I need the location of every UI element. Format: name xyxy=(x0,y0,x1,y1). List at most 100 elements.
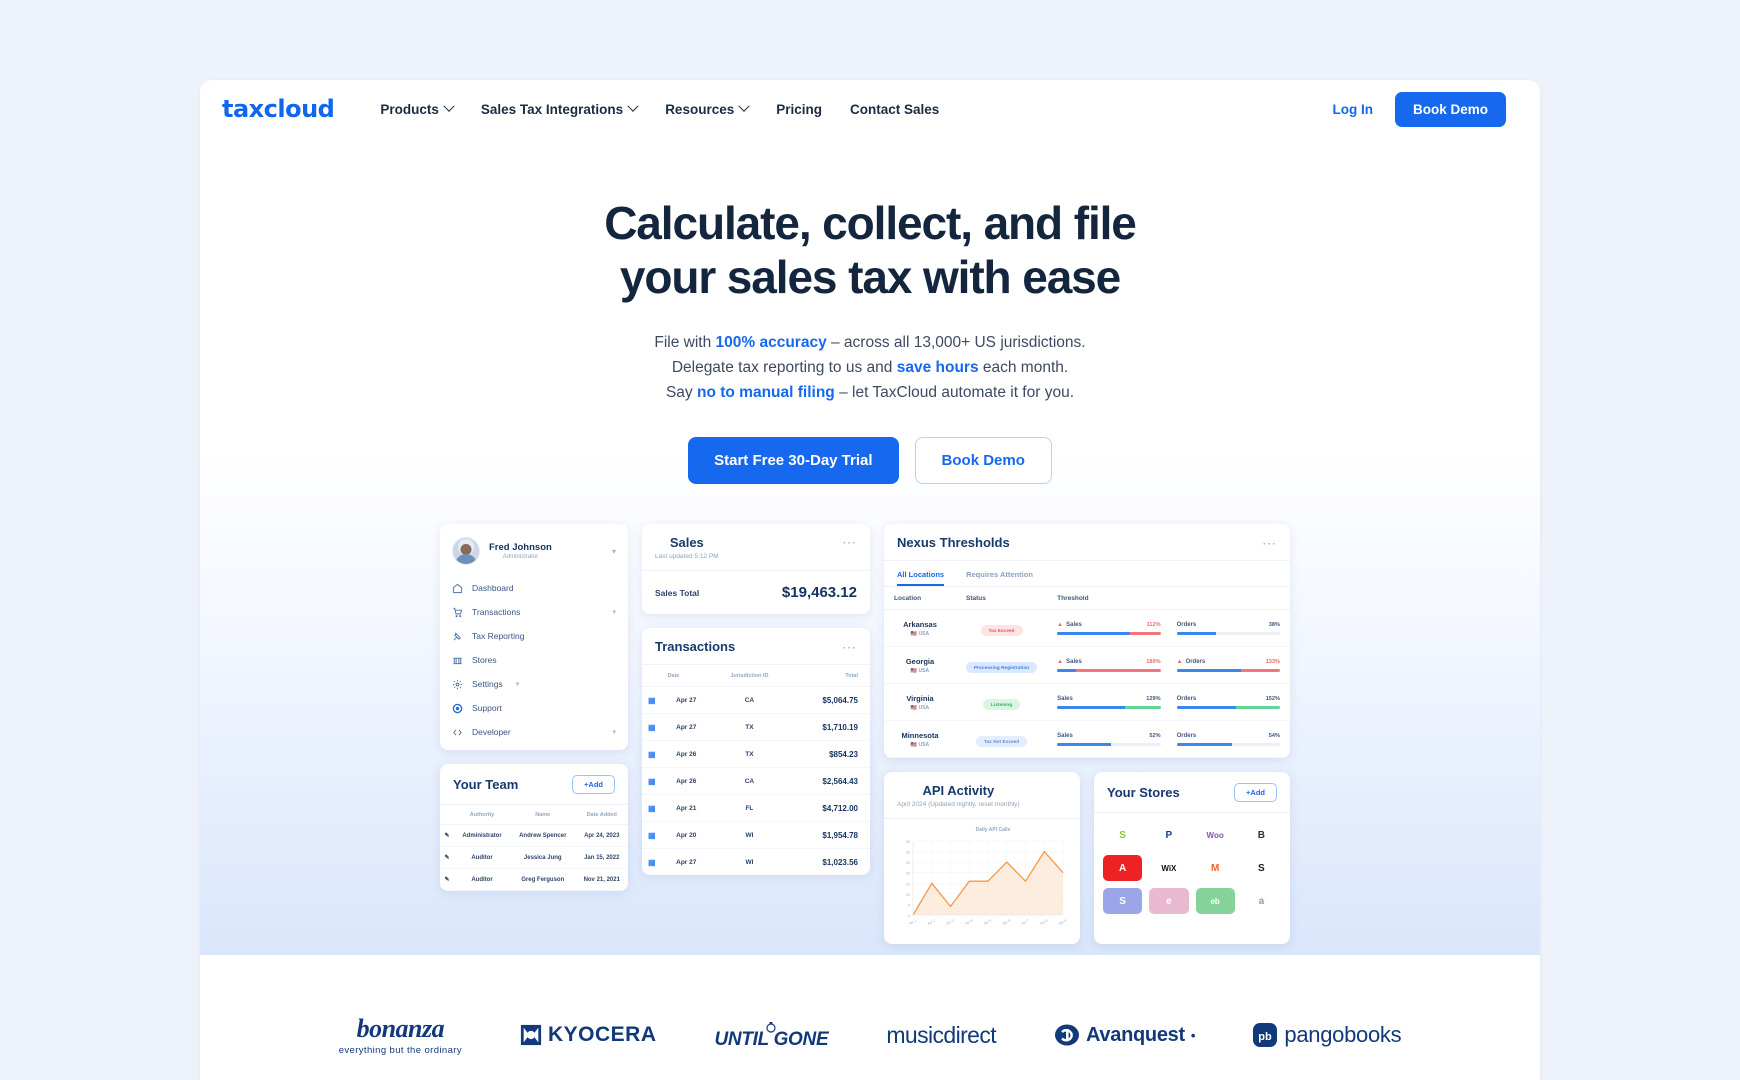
dashboard-middle-column: Sales Last updated 5:12 PM ⋯ Sales Total… xyxy=(642,524,870,876)
hero-subtext: File with 100% accuracy – across all 13,… xyxy=(200,330,1540,406)
svg-text:25: 25 xyxy=(906,861,910,865)
table-row[interactable]: Minnesota 🇺🇸 USA Tax Not Exceed Sales 52% xyxy=(884,720,1290,759)
sidebar-item-label: Support xyxy=(472,703,502,714)
nav-item-products[interactable]: Products xyxy=(380,100,455,117)
sidebar-item-developer[interactable]: Developer ▾ xyxy=(440,720,628,744)
manual-filing-highlight: no to manual filing xyxy=(696,384,835,402)
api-activity-subtitle: April 2024 (Updated nightly, reset month… xyxy=(897,801,1020,809)
tab-all-locations[interactable]: All Locations xyxy=(897,561,944,586)
cell-date: Apr 26 xyxy=(661,740,711,768)
orders-meter: Orders 38% xyxy=(1176,622,1280,636)
login-link[interactable]: Log In xyxy=(1332,102,1373,117)
table-row[interactable]: ✎ Administrator Andrew Spencer Apr 24, 2… xyxy=(440,824,628,848)
col-threshold: Threshold xyxy=(1047,587,1290,611)
location-country: USA xyxy=(918,667,930,674)
hero-subtext-line-1: File with 100% accuracy – across all 13,… xyxy=(654,333,1086,351)
user-profile[interactable]: Fred Johnson Administrator ▾ xyxy=(440,524,628,576)
save-hours-highlight: save hours xyxy=(896,358,979,376)
nav-item-pricing[interactable]: Pricing xyxy=(776,102,822,117)
add-team-member-button[interactable]: +Add xyxy=(572,775,615,795)
your-team-card: Your Team +Add Authority Name Date Added xyxy=(440,764,628,892)
paypal-logo[interactable]: P xyxy=(1149,822,1189,849)
cell-location: Georgia 🇺🇸 USA xyxy=(884,646,956,685)
cell-threshold: Sales 52% Orders 54% xyxy=(1047,720,1290,759)
sidebar-item-support[interactable]: Support xyxy=(440,696,628,720)
table-row[interactable]: ▦ Apr 26 CA $2,564.43 xyxy=(642,767,870,795)
add-store-button[interactable]: +Add xyxy=(1234,783,1277,803)
table-row[interactable]: ▦ Apr 26 TX $854.23 xyxy=(642,740,870,768)
cell-total: $5,064.75 xyxy=(787,686,870,714)
daily-api-calls-chart: 0 5 10 15 20 25 30 35 Apr 1 Apr 2 Apr 3 Apr 4 Apr 5 A… xyxy=(906,840,1067,926)
sidebar-item-tax-reporting[interactable]: Tax Reporting xyxy=(440,624,628,648)
flag-icon: 🇺🇸 xyxy=(910,704,918,711)
location-country: USA xyxy=(918,741,930,748)
hero-subtext-line-2: Delegate tax reporting to us and save ho… xyxy=(671,358,1069,376)
status-badge: Listening xyxy=(982,699,1021,711)
shopify-logo[interactable]: S xyxy=(1103,822,1143,849)
amazon-logo[interactable]: a xyxy=(1241,888,1281,915)
dashboard-left-column: Fred Johnson Administrator ▾ Dashboard T… xyxy=(440,524,628,892)
nav-item-sales-tax-integrations[interactable]: Sales Tax Integrations xyxy=(481,100,639,117)
cell-jurisdiction: FL xyxy=(710,794,788,822)
user-role: Administrator xyxy=(502,554,539,561)
logo-text: taxcloud xyxy=(222,95,335,123)
sidebar-item-transactions[interactable]: Transactions ▾ xyxy=(440,600,628,624)
orders-meter: ▲ Orders 133% xyxy=(1176,658,1280,673)
book-demo-button[interactable]: Book Demo xyxy=(1394,91,1506,127)
chevron-down-icon[interactable]: ▾ xyxy=(612,547,616,556)
more-options-icon[interactable]: ⋯ xyxy=(842,535,857,549)
more-options-icon[interactable]: ⋯ xyxy=(842,640,857,654)
sales-last-updated: Last updated 5:12 PM xyxy=(655,553,719,561)
table-row[interactable]: ▦ Apr 21 FL $4,712.00 xyxy=(642,794,870,822)
table-row[interactable]: ▦ Apr 20 WI $1,954.78 xyxy=(642,821,870,849)
table-row[interactable]: Virginia 🇺🇸 USA Listening Sales 129% Ord… xyxy=(884,683,1290,722)
taxcloud-logo[interactable]: taxcloud xyxy=(222,95,335,123)
edit-icon[interactable]: ✎ xyxy=(440,846,454,870)
woocommerce-logo[interactable]: Woo xyxy=(1195,822,1235,849)
chevron-down-icon[interactable]: ▾ xyxy=(516,680,520,688)
nav-item-resources[interactable]: Resources xyxy=(665,100,750,117)
cell-authority: Auditor xyxy=(454,868,511,892)
table-row[interactable]: Arkansas 🇺🇸 USA Tax Exceed ▲Sales 112% xyxy=(884,609,1290,648)
sidebar-item-stores[interactable]: Stores xyxy=(440,648,628,672)
report-icon xyxy=(452,631,463,642)
wix-logo[interactable]: WiX xyxy=(1149,855,1189,882)
sidebar-item-label: Tax Reporting xyxy=(472,631,525,642)
ecwid-logo[interactable]: e xyxy=(1149,888,1189,915)
start-free-trial-button[interactable]: Start Free 30-Day Trial xyxy=(688,437,899,485)
table-row[interactable]: ▦ Apr 27 WI $1,023.56 xyxy=(642,848,870,876)
nav-item-contact-sales[interactable]: Contact Sales xyxy=(850,102,939,117)
meter-label: Orders xyxy=(1185,658,1206,665)
edit-icon[interactable]: ✎ xyxy=(440,824,454,848)
chevron-down-icon[interactable]: ▾ xyxy=(612,728,616,736)
sidebar-item-settings[interactable]: Settings ▾ xyxy=(440,672,628,696)
edit-icon[interactable]: ✎ xyxy=(440,868,454,892)
more-options-icon[interactable]: ⋯ xyxy=(1262,536,1277,550)
ebay-logo[interactable]: eb xyxy=(1195,888,1235,915)
cell-jurisdiction: TX xyxy=(710,740,788,768)
location-name: Georgia xyxy=(905,656,935,666)
cell-total: $2,564.43 xyxy=(787,767,870,795)
magento-logo[interactable]: M xyxy=(1195,855,1235,882)
adobe-logo[interactable]: A xyxy=(1103,855,1143,882)
cell-location: Virginia 🇺🇸 USA xyxy=(884,683,956,722)
chevron-down-icon[interactable]: ▾ xyxy=(612,608,616,616)
table-row[interactable]: ▦ Apr 27 TX $1,710.19 xyxy=(642,713,870,741)
meter-label: Orders xyxy=(1176,732,1197,739)
warning-icon: ▲ xyxy=(1057,658,1064,665)
cell-location: Minnesota 🇺🇸 USA xyxy=(884,720,956,759)
stripe-logo[interactable]: S xyxy=(1103,888,1143,915)
meter-label: Orders xyxy=(1176,695,1197,702)
tab-requires-attention[interactable]: Requires Attention xyxy=(966,561,1033,586)
gear-icon xyxy=(452,679,463,690)
cell-name: Jessica Jung xyxy=(510,846,576,870)
table-row[interactable]: Georgia 🇺🇸 USA Processing Registration ▲… xyxy=(884,646,1290,685)
bigcommerce-logo[interactable]: B xyxy=(1241,822,1281,849)
squarespace-logo[interactable]: S xyxy=(1241,855,1281,882)
table-row[interactable]: ✎ Auditor Greg Ferguson Nov 21, 2021 xyxy=(440,868,628,892)
dashboard-mockup: Fred Johnson Administrator ▾ Dashboard T… xyxy=(440,524,1300,945)
hero-book-demo-button[interactable]: Book Demo xyxy=(914,437,1052,485)
table-row[interactable]: ▦ Apr 27 CA $5,064.75 xyxy=(642,686,870,714)
sidebar-item-dashboard[interactable]: Dashboard xyxy=(440,576,628,600)
table-row[interactable]: ✎ Auditor Jessica Jung Jan 15, 2022 xyxy=(440,846,628,870)
